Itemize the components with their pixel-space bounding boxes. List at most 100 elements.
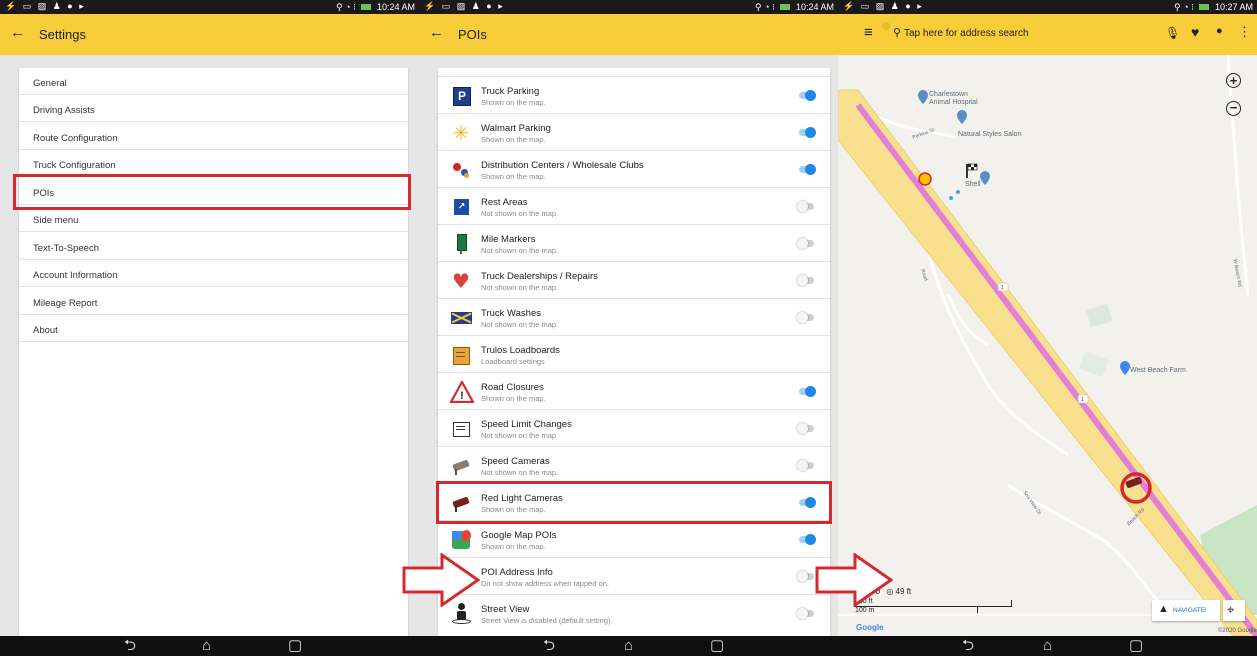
truck-parking-icon: P [450,85,472,107]
poi-row-address-info[interactable]: POI Address Info Do not show address whe… [438,558,830,595]
status-indicators: ⚲ ◔ ⁝ 10:27 AM [1174,2,1253,12]
settings-item-driving-assists[interactable]: Driving Assists [19,95,408,122]
my-location-icon: ⌖ [1227,602,1235,617]
search-icon: ⚲ [893,27,902,39]
back-arrow-icon[interactable]: ← [10,24,25,41]
settings-item-mileage-report[interactable]: Mileage Report [19,288,408,315]
poi-row-trulos-loadboards[interactable]: Trulos Loadboards Loadboard settings [438,336,830,373]
settings-item-text-to-speech[interactable]: Text-To-Speech [19,233,408,260]
mile-markers-toggle[interactable] [797,238,814,249]
notification-icons: ⚡ ▭ ▨ ♟ ● ▸ [424,1,505,11]
truck-parking-toggle[interactable] [799,90,816,101]
speed-camera-icon [450,455,472,477]
speed-limit-changes-toggle[interactable] [797,423,814,434]
svg-text:!: ! [460,390,464,402]
distribution-centers-toggle[interactable] [799,164,816,175]
nav-back-icon[interactable]: ⮌ [962,637,974,655]
navigate-button[interactable]: ▲ NAVIGATE! [1152,600,1220,621]
walmart-parking-toggle[interactable] [799,127,816,138]
map-screen: ⚡ ▭ ▨ ♟ ● ▸ ⚲ ◔ ⁝ 10:27 AM ≡ ⚲ Tap here … [838,0,1257,656]
notification-icons: ⚡ ▭ ▨ ♟ ● ▸ [843,1,924,11]
google-logo: Google [856,623,884,632]
truck-washes-toggle[interactable] [797,312,814,323]
poi-row-truck-dealerships[interactable]: ♥ Truck Dealerships / Repairs Not shown … [438,262,830,299]
pois-screen: ⚡ ▭ ▨ ♟ ● ▸ ⚲ ◔ ⁝ 10:24 AM ← POIs P Truc… [419,0,838,656]
poi-row-truck-parking[interactable]: P Truck Parking Shown on the map. [438,77,830,114]
poi-row-road-closures[interactable]: ! Road Closures Shown on the map. [438,373,830,410]
road-closures-toggle[interactable] [799,386,816,397]
map-label-farm: West Beach Farm [1130,367,1186,374]
location-pin-icon [880,20,892,32]
poi-row-truck-washes[interactable]: Truck Washes Not shown on the map. [438,299,830,336]
app-bar: ← Settings [0,14,419,55]
android-nav-bar: ⮌ ⌂ ▢ [838,636,1257,656]
nav-recents-icon[interactable]: ▢ [1129,637,1143,655]
battery-icon [361,4,372,10]
status-indicators: ⚲ ◔ ⁝ 10:24 AM [755,2,834,12]
loadboard-icon [450,344,472,366]
map-label-shell: Shell [965,181,981,188]
status-time: 10:24 AM [795,2,834,12]
nav-back-icon[interactable]: ⮌ [124,637,136,655]
poi-row-rest-areas[interactable]: ↗ Rest Areas Not shown on the map. [438,188,830,225]
nav-back-icon[interactable]: ⮌ [543,637,555,655]
rest-areas-toggle[interactable] [797,201,814,212]
road-closure-icon: ! [449,379,475,404]
nav-home-icon[interactable]: ⌂ [202,637,211,655]
settings-item-truck-configuration[interactable]: Truck Configuration [19,150,408,177]
battery-icon [780,4,791,10]
zoom-in-icon[interactable]: + [1226,73,1241,88]
poi-address-info-toggle[interactable] [797,571,814,582]
my-location-button[interactable]: ⌖ [1223,600,1245,621]
truck-dealerships-toggle[interactable] [797,275,814,286]
speed-limit-icon [450,418,472,440]
poi-row-speed-limit-changes[interactable]: Speed Limit Changes Not shown on the map… [438,410,830,447]
speed-cameras-toggle[interactable] [797,460,814,471]
nav-recents-icon[interactable]: ▢ [710,637,724,655]
settings-item-route-configuration[interactable]: Route Configuration [19,123,408,150]
nav-recents-icon[interactable]: ▢ [288,637,302,655]
distribution-center-icon [450,159,472,181]
poi-row-google-map-pois[interactable]: Google Map POIs Shown on the map. [438,521,830,558]
status-bar: ⚡ ▭ ▨ ♟ ● ▸ ⚲ ◔ ⁝ 10:24 AM [0,0,419,14]
poi-row-street-view[interactable]: Street View Street View is disabled (def… [438,595,830,632]
account-icon[interactable]: ● [1216,25,1223,37]
zoom-out-icon[interactable]: − [1226,101,1241,116]
settings-list: General Driving Assists Route Configurat… [19,68,408,636]
overflow-menu-icon[interactable]: ⋮ [1238,24,1251,40]
settings-item-about[interactable]: About [19,315,408,342]
rest-area-icon: ↗ [450,196,472,218]
list-top-edge [438,68,830,77]
map-canvas[interactable] [838,55,1257,636]
settings-screen: ⚡ ▭ ▨ ♟ ● ▸ ⚲ ◔ ⁝ 10:24 AM ← Settings Ge… [0,0,419,656]
battery-icon [1199,4,1210,10]
mile-marker-icon [450,233,472,255]
status-bar: ⚡ ▭ ▨ ♟ ● ▸ ⚲ ◔ ⁝ 10:24 AM [419,0,838,14]
status-bar: ⚡ ▭ ▨ ♟ ● ▸ ⚲ ◔ ⁝ 10:27 AM [838,0,1257,14]
poi-row-walmart-parking[interactable]: ✳ Walmart Parking Shown on the map. [438,114,830,151]
google-map-pois-toggle[interactable] [799,534,816,545]
android-nav-bar: ⮌ ⌂ ▢ [0,636,419,656]
address-search-input[interactable]: Tap here for address search [904,28,1029,39]
route-shield-2: 1 [1081,397,1084,403]
map-search-bar: ≡ ⚲ Tap here for address search 🎙 ♥ ● ⋮ [838,14,1257,55]
red-light-cameras-highlight-box [436,481,832,524]
settings-item-general[interactable]: General [19,68,408,95]
nav-home-icon[interactable]: ⌂ [624,637,633,655]
route-shield-1: 1 [1001,285,1004,291]
poi-row-speed-cameras[interactable]: Speed Cameras Not shown on the map. [438,447,830,484]
app-bar: ← POIs [419,14,838,55]
favorites-heart-icon[interactable]: ♥ [1191,24,1199,40]
poi-row-mile-markers[interactable]: Mile Markers Not shown on the map. [438,225,830,262]
truck-wash-icon [450,307,472,329]
microphone-icon[interactable]: 🎙 [1165,26,1180,40]
street-view-toggle[interactable] [797,608,814,619]
map-label-animal-hospital: Charlestown [929,91,968,98]
nav-home-icon[interactable]: ⌂ [1043,637,1052,655]
map-label-salon: Natural Styles Salon [958,131,1022,138]
menu-icon[interactable]: ≡ [864,24,873,41]
settings-item-account-information[interactable]: Account Information [19,260,408,287]
pointer-arrow-icon [402,553,480,607]
poi-row-distribution-centers[interactable]: Distribution Centers / Wholesale Clubs S… [438,151,830,188]
back-arrow-icon[interactable]: ← [429,24,444,41]
